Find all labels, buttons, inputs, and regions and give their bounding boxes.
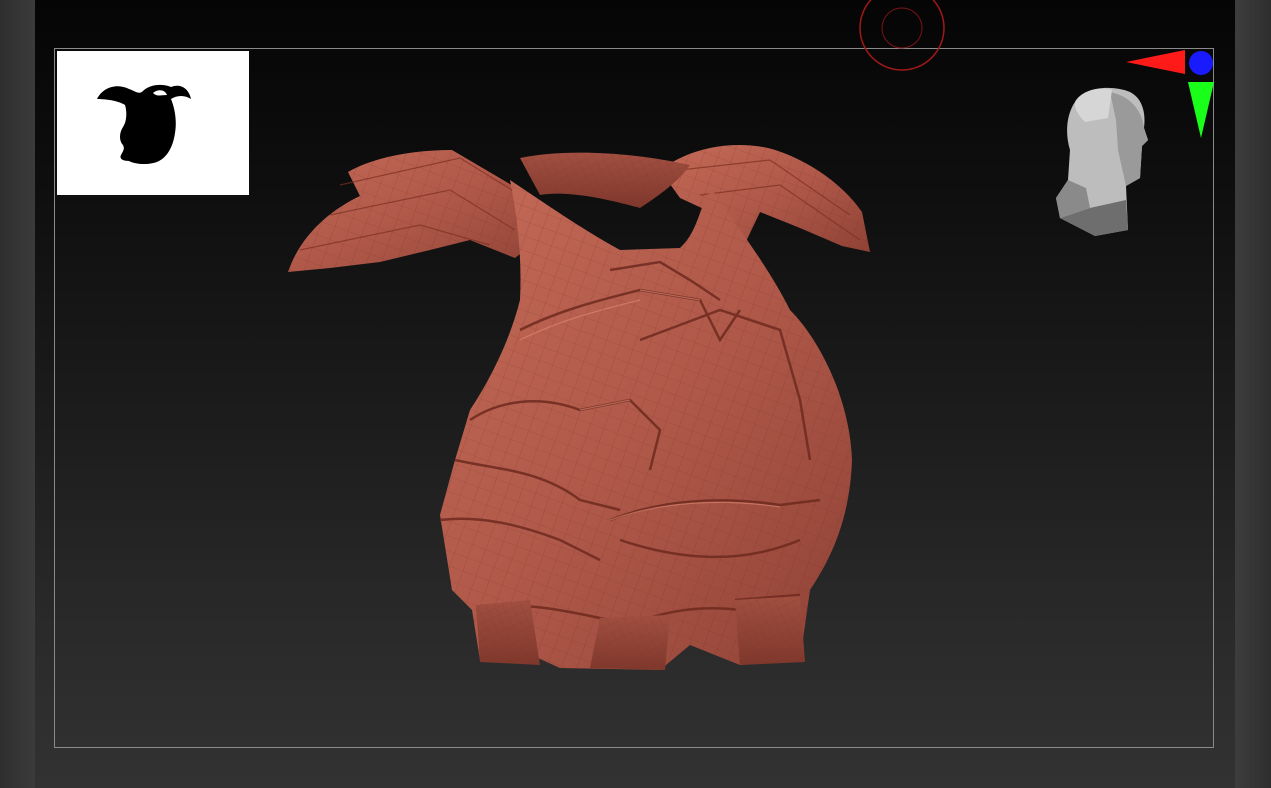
y-axis-arrow[interactable] bbox=[1188, 82, 1214, 138]
zbrush-app bbox=[0, 0, 1271, 788]
z-axis-ball[interactable] bbox=[1189, 51, 1213, 75]
x-axis-arrow[interactable] bbox=[1126, 50, 1185, 74]
left-pauldron bbox=[288, 150, 548, 272]
orientation-gizmo[interactable] bbox=[1040, 45, 1230, 245]
collar-strap bbox=[520, 152, 690, 208]
orientation-head-icon bbox=[1056, 87, 1148, 236]
